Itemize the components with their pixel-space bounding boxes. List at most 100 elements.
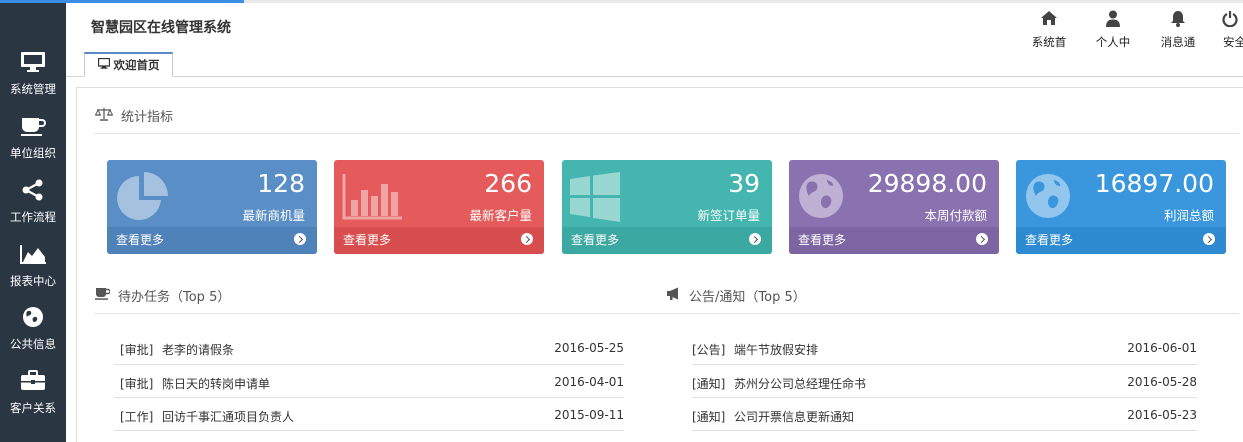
row-text[interactable]: 苏州分公司总经理任命书: [734, 375, 866, 392]
row-text[interactable]: 回访千事汇通项目负责人: [162, 408, 294, 425]
notice-row[interactable]: [公告] 端午节放假安排 2016-06-01: [692, 341, 1197, 375]
topnav-home[interactable]: 系统首: [1021, 8, 1077, 50]
topnav-label: 安全: [1223, 35, 1243, 49]
monitor-icon: [97, 57, 110, 72]
stat-value: 16897.00: [1094, 169, 1214, 198]
row-date: 2016-04-01: [554, 375, 624, 389]
stat-card-payments[interactable]: 29898.00 本周付款额 查看更多: [789, 160, 999, 254]
coffee-icon: [0, 111, 66, 141]
sidebar-item-org[interactable]: 单位组织: [0, 111, 66, 173]
home-icon: [1021, 8, 1077, 28]
todo-row[interactable]: [审批] 陈日天的转岗申请单 2016-04-01: [120, 375, 624, 409]
topnav-label: 系统首: [1031, 35, 1067, 49]
row-tag: [审批]: [120, 377, 154, 391]
todo-row[interactable]: [审批] 老李的请假条 2016-05-25: [120, 341, 624, 375]
view-more-link[interactable]: 查看更多: [1025, 231, 1073, 248]
globe-icon: [1024, 172, 1072, 223]
row-tag: [通知]: [692, 410, 726, 424]
stat-label: 最新商机量: [242, 208, 305, 223]
area-chart-icon: [0, 239, 66, 269]
view-more-link[interactable]: 查看更多: [571, 231, 619, 248]
stat-label: 新签订单量: [697, 208, 760, 223]
notice-section-title: 公告/通知（Top 5）: [666, 286, 806, 305]
tab-welcome[interactable]: 欢迎首页: [84, 52, 173, 77]
row-divider: [114, 364, 624, 365]
row-tag: [审批]: [120, 343, 154, 357]
bell-icon: [1150, 8, 1206, 28]
briefcase-icon: [0, 366, 66, 396]
stat-card-profit[interactable]: 16897.00 利润总额 查看更多: [1016, 160, 1226, 254]
globe-icon: [797, 172, 845, 223]
row-date: 2016-05-25: [554, 341, 624, 355]
view-more-link[interactable]: 查看更多: [343, 231, 391, 248]
row-date: 2016-06-01: [1127, 341, 1197, 355]
todo-section-title: 待办任务（Top 5）: [95, 286, 230, 305]
sidebar-item-reports[interactable]: 报表中心: [0, 239, 66, 301]
row-tag: [公告]: [692, 343, 726, 357]
view-more-link[interactable]: 查看更多: [798, 231, 846, 248]
stat-card-opportunities[interactable]: 128 最新商机量 查看更多: [107, 160, 317, 254]
top-border: [244, 0, 1243, 3]
coffee-icon: [95, 287, 111, 304]
topnav-profile[interactable]: 个人中: [1085, 8, 1141, 50]
row-text[interactable]: 老李的请假条: [162, 341, 234, 358]
arrow-circle-right-icon[interactable]: [976, 233, 988, 245]
share-icon: [0, 175, 66, 205]
topnav-label: 个人中: [1095, 35, 1131, 49]
sidebar-item-crm[interactable]: 客户关系: [0, 366, 66, 428]
row-tag: [工作]: [120, 410, 154, 424]
windows-icon: [570, 172, 620, 225]
topnav-label: 消息通: [1160, 35, 1196, 49]
stat-value: 266: [484, 169, 532, 198]
arrow-circle-right-icon[interactable]: [1203, 233, 1215, 245]
sidebar-item-label: 公共信息: [10, 337, 56, 351]
arrow-circle-right-icon[interactable]: [749, 233, 761, 245]
row-divider: [692, 364, 1197, 365]
row-text[interactable]: 公司开票信息更新通知: [734, 408, 854, 425]
sidebar: 系统管理 单位组织 工作流程 报表中心 公共信息 客户关系: [0, 3, 66, 442]
topnav-security[interactable]: 安全: [1212, 8, 1243, 50]
row-divider: [692, 397, 1197, 398]
stat-label: 利润总额: [1163, 208, 1214, 223]
balance-scale-icon: [94, 107, 114, 125]
row-divider: [114, 397, 624, 398]
sidebar-item-system[interactable]: 系统管理: [0, 47, 66, 109]
globe-icon: [0, 302, 66, 332]
bar-chart-icon: [342, 172, 404, 225]
stat-label: 本周付款额: [924, 208, 987, 223]
tab-bar: [66, 76, 1243, 77]
row-text[interactable]: 端午节放假安排: [734, 341, 818, 358]
row-divider: [692, 430, 1197, 431]
pie-chart-icon: [115, 172, 173, 227]
row-date: 2015-09-11: [554, 408, 624, 422]
divider: [94, 133, 1239, 134]
notice-row[interactable]: [通知] 苏州分公司总经理任命书 2016-05-28: [692, 375, 1197, 409]
sidebar-item-public-info[interactable]: 公共信息: [0, 302, 66, 364]
row-text[interactable]: 陈日天的转岗申请单: [162, 375, 270, 392]
sidebar-item-label: 客户关系: [10, 401, 56, 415]
stat-label: 最新客户量: [469, 208, 532, 223]
todo-row[interactable]: [工作] 回访千事汇通项目负责人 2015-09-11: [120, 408, 624, 442]
monitor-icon: [0, 47, 66, 77]
stat-card-customers[interactable]: 266 最新客户量 查看更多: [334, 160, 544, 254]
stat-card-orders[interactable]: 39 新签订单量 查看更多: [562, 160, 772, 254]
row-date: 2016-05-28: [1127, 375, 1197, 389]
notice-row[interactable]: [通知] 公司开票信息更新通知 2016-05-23: [692, 408, 1197, 442]
sidebar-item-workflow[interactable]: 工作流程: [0, 175, 66, 237]
sidebar-item-label: 单位组织: [10, 146, 56, 160]
row-date: 2016-05-23: [1127, 408, 1197, 422]
stat-value: 29898.00: [867, 169, 987, 198]
row-divider: [114, 430, 624, 431]
topnav-messages[interactable]: 消息通: [1150, 8, 1206, 50]
stats-section-title: 统计指标: [94, 106, 173, 125]
sidebar-item-label: 系统管理: [10, 82, 56, 96]
arrow-circle-right-icon[interactable]: [521, 233, 533, 245]
view-more-link[interactable]: 查看更多: [116, 231, 164, 248]
sidebar-item-label: 报表中心: [10, 274, 56, 288]
bullhorn-icon: [666, 287, 681, 304]
stat-value: 39: [728, 169, 760, 198]
arrow-circle-right-icon[interactable]: [294, 233, 306, 245]
row-tag: [通知]: [692, 377, 726, 391]
divider: [94, 313, 1239, 314]
sidebar-item-label: 工作流程: [10, 210, 56, 224]
